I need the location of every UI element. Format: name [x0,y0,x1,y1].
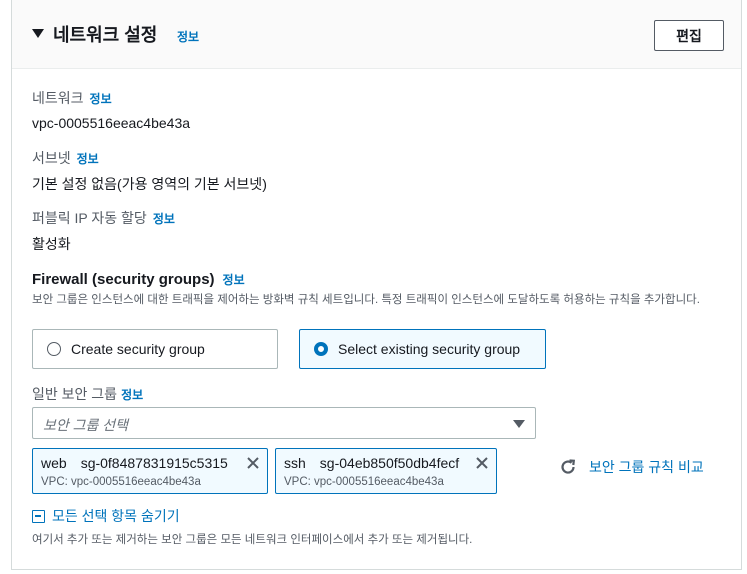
subnet-info-link[interactable]: 정보 [77,152,99,166]
public-ip-label-text: 퍼블릭 IP 자동 할당 [32,210,147,226]
select-existing-security-group-label: Select existing security group [338,341,521,357]
radio-selected-icon[interactable] [314,342,328,356]
public-ip-label: 퍼블릭 IP 자동 할당 정보 [32,208,175,228]
create-security-group-option[interactable]: Create security group [32,329,278,369]
collapse-caret-icon[interactable] [32,29,44,38]
security-groups-label-text: 일반 보안 그룹 [32,386,118,402]
security-groups-info-link[interactable]: 정보 [121,388,143,402]
security-group-token-web: web sg-0f8487831915c5315 VPC: vpc-0005516… [32,448,268,494]
refresh-icon [561,459,576,474]
hide-all-selections-link[interactable]: 모든 선택 항목 숨기기 [32,506,180,526]
remove-token-close-icon[interactable] [245,455,261,471]
security-group-note: 여기서 추가 또는 제거하는 보안 그룹은 모든 네트워크 인터페이스에서 추가… [32,534,473,546]
token-title: web sg-0f8487831915c5315 [41,455,228,471]
compare-rules-label: 보안 그룹 규칙 비교 [589,459,704,475]
security-group-token-ssh: ssh sg-04eb850f50db4fecf VPC: vpc-0005516… [275,448,497,494]
subnet-value: 기본 설정 없음(가용 영역의 기본 서브넷) [32,176,267,192]
security-group-select[interactable]: 보안 그룹 선택 [32,407,536,439]
subnet-label: 서브넷 정보 [32,148,99,168]
public-ip-value: 활성화 [32,236,71,252]
compare-security-group-rules-link[interactable]: 보안 그룹 규칙 비교 [559,457,704,477]
collapse-minus-icon [32,509,45,523]
token-name: web [41,455,67,471]
token-vpc: VPC: vpc-0005516eeac4be43a [41,476,201,488]
firewall-info-link[interactable]: 정보 [223,273,245,287]
security-groups-label: 일반 보안 그룹 정보 [32,384,143,404]
token-title: ssh sg-04eb850f50db4fecf [284,455,459,471]
remove-token-close-icon[interactable] [474,455,490,471]
section-title: 네트워크 설정 [53,25,158,45]
subnet-label-text: 서브넷 [32,150,71,166]
header-info-link[interactable]: 정보 [177,28,199,45]
edit-button[interactable]: 편집 [654,20,724,51]
network-info-link[interactable]: 정보 [90,92,112,106]
token-id: sg-04eb850f50db4fecf [319,455,460,471]
token-id: sg-0f8487831915c5315 [80,455,228,471]
security-group-select-placeholder: 보안 그룹 선택 [43,417,129,433]
dropdown-arrow-icon [513,420,525,428]
network-label-text: 네트워크 [32,90,84,106]
firewall-title-text: Firewall (security groups) [32,271,215,288]
token-name: ssh [284,455,306,471]
firewall-description: 보안 그룹은 인스턴스에 대한 트래픽을 제어하는 방화벽 규칙 세트입니다. … [32,294,700,306]
network-label: 네트워크 정보 [32,88,112,108]
token-vpc: VPC: vpc-0005516eeac4be43a [284,476,444,488]
network-value: vpc-0005516eeac4be43a [32,115,191,131]
select-existing-security-group-option[interactable]: Select existing security group [299,329,546,369]
radio-unselected-icon[interactable] [47,342,61,356]
create-security-group-label: Create security group [71,341,205,357]
public-ip-info-link[interactable]: 정보 [153,212,175,226]
firewall-title: Firewall (security groups) 정보 [32,271,245,288]
panel-header: 네트워크 설정 정보 편집 [12,0,741,69]
hide-all-label: 모든 선택 항목 숨기기 [52,508,180,524]
network-settings-panel: 네트워크 설정 정보 편집 네트워크 정보 vpc-0005516eeac4be4… [11,0,742,570]
